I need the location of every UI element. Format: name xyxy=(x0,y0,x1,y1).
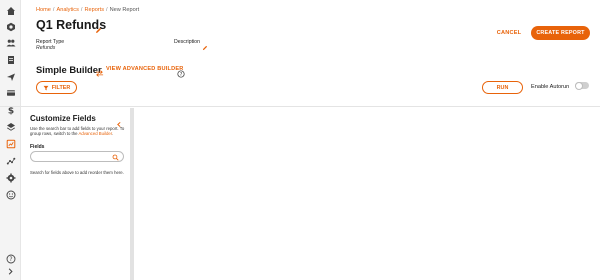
customize-fields-panel: Customize Fields Use the search bar to a… xyxy=(24,108,130,280)
fields-search-box[interactable] xyxy=(30,151,124,162)
dashboard-icon[interactable] xyxy=(5,21,16,32)
fields-empty-text: Search for fields above to add reorder t… xyxy=(30,170,124,175)
breadcrumb-analytics[interactable]: Analytics xyxy=(56,7,78,13)
fields-search-input[interactable] xyxy=(35,153,111,160)
settings-icon[interactable] xyxy=(5,172,16,183)
breadcrumb-current: New Report xyxy=(109,7,140,13)
edit-title-pencil-icon[interactable] xyxy=(95,21,102,33)
panel-help-text: Use the search bar to add fields to your… xyxy=(30,126,128,137)
breadcrumb: Home / Analytics / Reports / New Report xyxy=(36,7,139,13)
swap-arrows-icon xyxy=(95,65,104,77)
cancel-button[interactable]: CANCEL xyxy=(492,27,526,39)
filter-button-label: FILTER xyxy=(51,84,71,91)
breadcrumb-separator: / xyxy=(106,7,108,13)
expand-icon[interactable] xyxy=(5,266,16,277)
trend-icon[interactable] xyxy=(5,155,16,166)
layers-icon[interactable] xyxy=(5,121,16,132)
panel-title: Customize Fields xyxy=(30,114,96,123)
users-icon[interactable] xyxy=(5,37,16,48)
reports-icon[interactable] xyxy=(5,138,16,149)
advanced-builder-inline-link[interactable]: Advanced Builder xyxy=(79,131,112,136)
autorun-label: Enable Autorun xyxy=(531,84,570,90)
report-type-value: Refunds xyxy=(36,45,56,51)
breadcrumb-separator: / xyxy=(80,7,83,13)
autorun-toggle[interactable] xyxy=(575,81,589,90)
document-icon[interactable] xyxy=(5,54,16,65)
description-label: Description xyxy=(174,39,200,45)
home-icon[interactable] xyxy=(5,5,16,16)
builder-title: Simple Builder xyxy=(36,64,102,75)
collapse-chevron-left-icon[interactable] xyxy=(116,115,122,127)
toggle-knob xyxy=(575,81,583,90)
breadcrumb-reports[interactable]: Reports xyxy=(84,7,104,13)
help-icon[interactable]: ? xyxy=(177,65,185,78)
filter-icon xyxy=(43,85,49,90)
breadcrumb-separator: / xyxy=(52,7,55,13)
breadcrumb-home[interactable]: Home xyxy=(36,7,51,13)
filter-button[interactable]: FILTER xyxy=(36,81,77,94)
panel-help-suffix: . xyxy=(111,131,114,137)
run-button[interactable]: RUN xyxy=(482,81,523,94)
smile-icon[interactable] xyxy=(5,189,16,200)
svg-text:$: $ xyxy=(7,106,13,114)
side-nav-rail: $ ? xyxy=(0,0,21,280)
card-icon[interactable] xyxy=(5,87,16,98)
svg-text:?: ? xyxy=(9,256,12,263)
section-divider xyxy=(0,106,600,107)
fields-label: Fields xyxy=(30,144,45,150)
panel-scrollbar[interactable] xyxy=(130,108,134,280)
send-icon[interactable] xyxy=(5,71,16,82)
search-icon[interactable] xyxy=(112,154,119,161)
view-advanced-builder-link[interactable]: VIEW ADVANCED BUILDER xyxy=(106,66,184,72)
edit-description-pencil-icon[interactable] xyxy=(202,38,208,51)
create-report-button[interactable]: CREATE REPORT xyxy=(531,26,590,40)
help-circle-icon[interactable]: ? xyxy=(5,253,16,264)
